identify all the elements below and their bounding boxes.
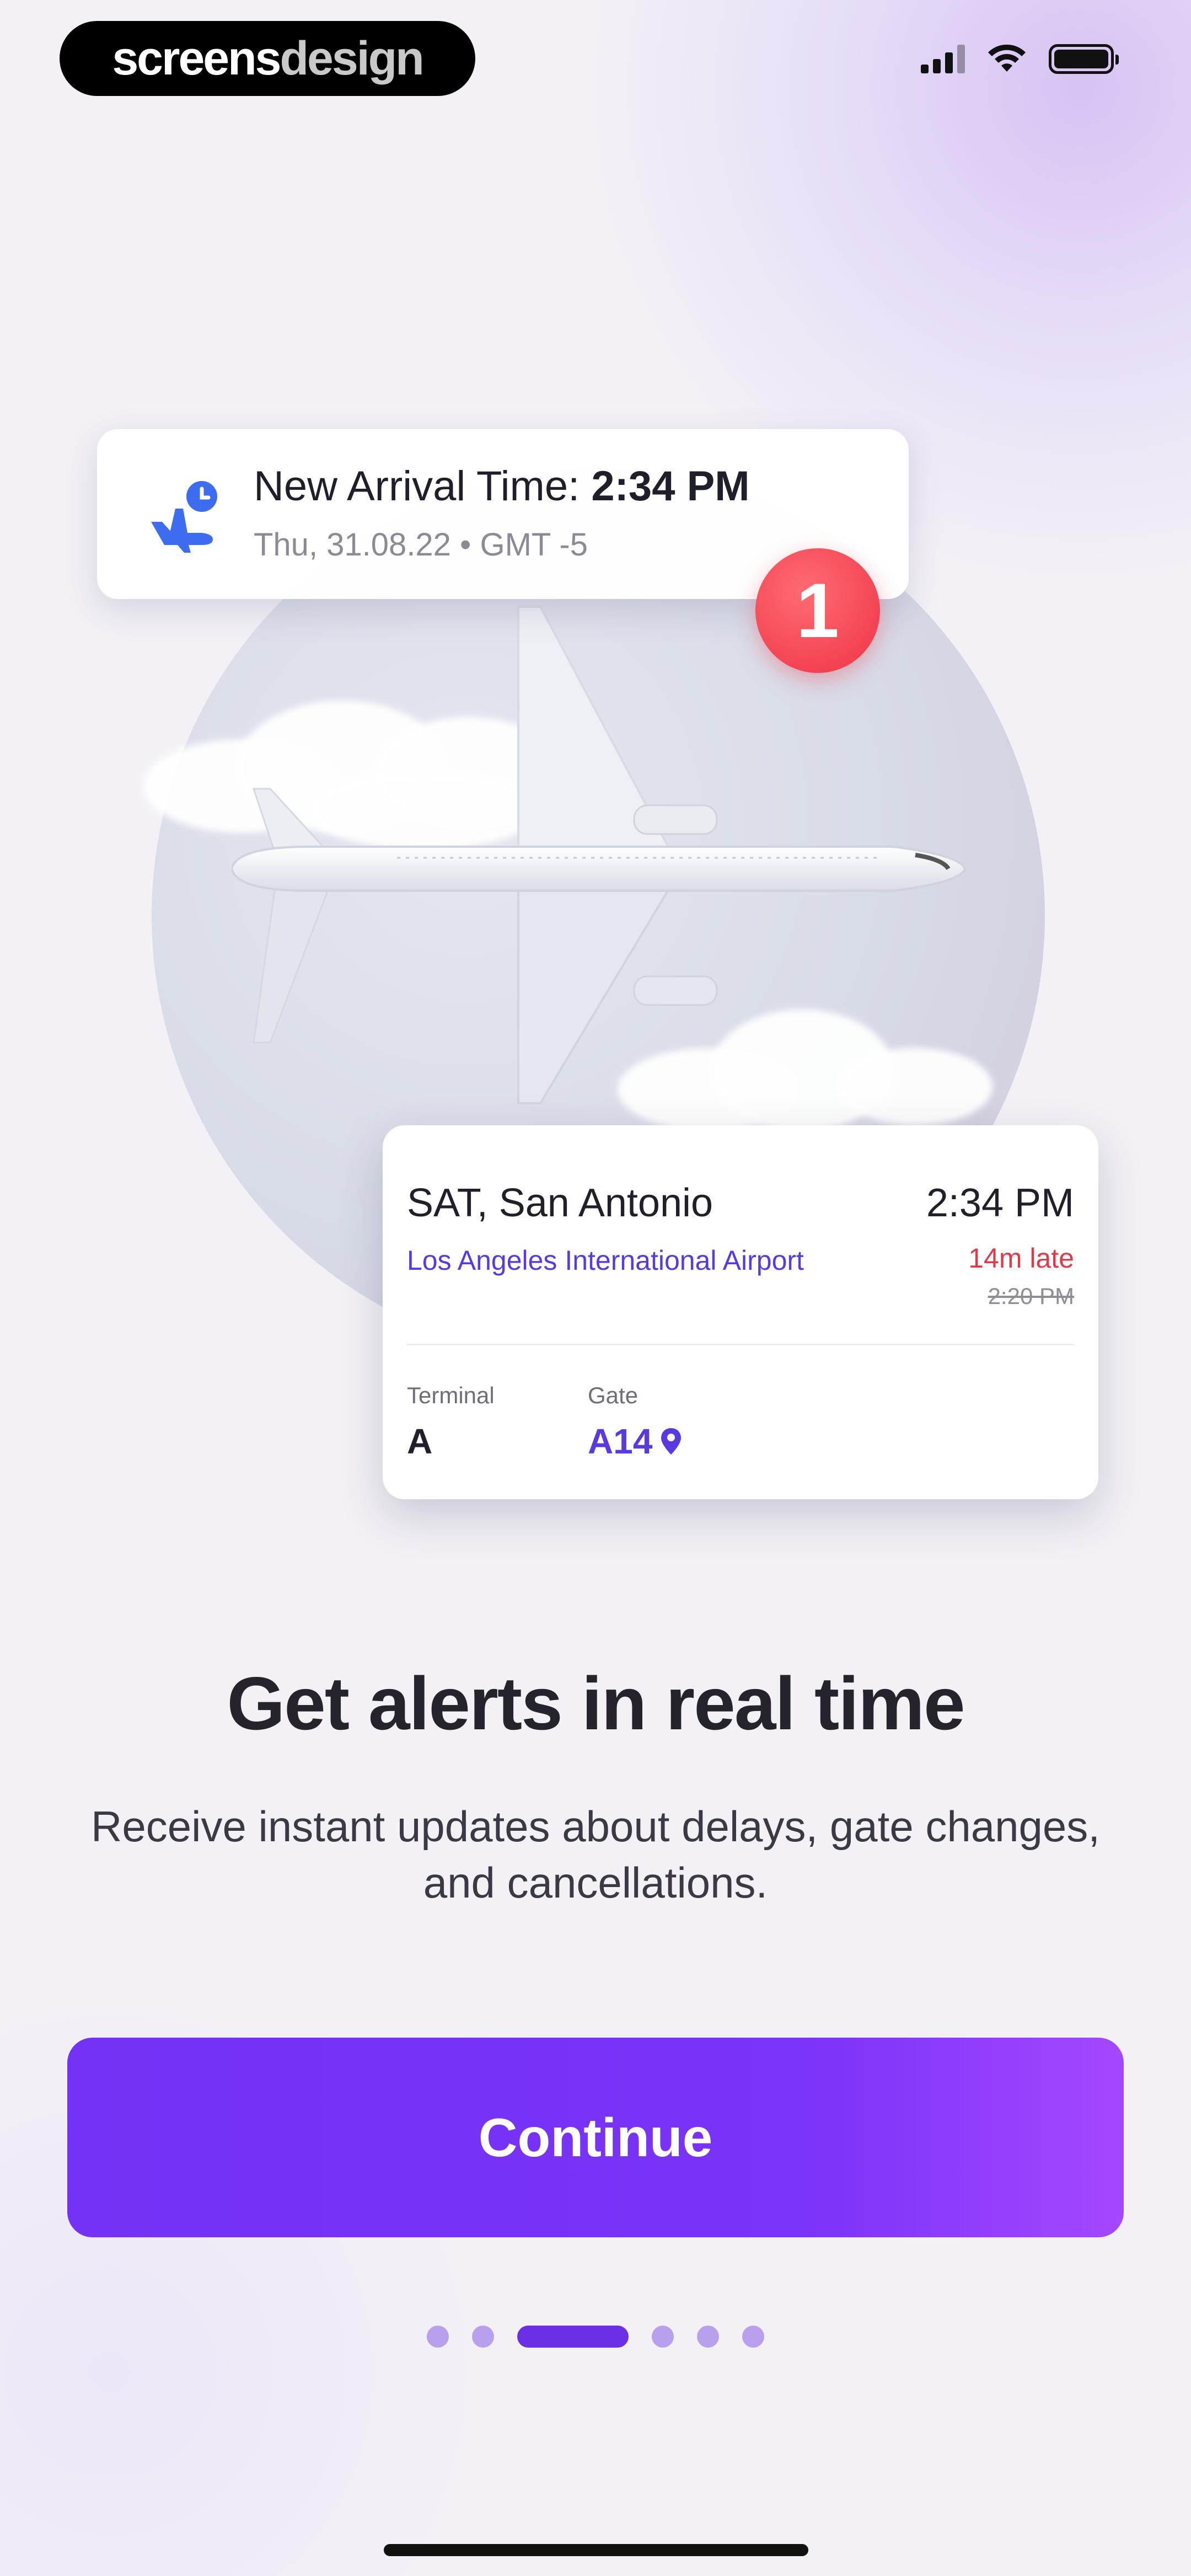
- continue-button[interactable]: Continue: [67, 2038, 1124, 2237]
- notification-subtitle: Thu, 31.08.22 • GMT -5: [254, 527, 588, 563]
- battery-icon: [1049, 44, 1119, 74]
- brand-part-1: screens: [112, 31, 281, 85]
- original-time: 2:20 PM: [988, 1283, 1074, 1309]
- gate-value: A14: [588, 1421, 653, 1461]
- notification-badge: 1: [755, 548, 880, 673]
- wifi-icon: [988, 44, 1026, 72]
- notification-title: New Arrival Time: 2:34 PM: [254, 462, 750, 510]
- notification-title-time: 2:34 PM: [591, 463, 750, 510]
- destination-city: SAT, San Antonio: [407, 1181, 713, 1225]
- flight-status-card[interactable]: SAT, San Antonio Los Angeles Internation…: [383, 1125, 1098, 1499]
- home-indicator[interactable]: [384, 2544, 808, 2556]
- brand-logo: screens design: [60, 21, 475, 96]
- page-description: Receive instant updates about delays, ga…: [91, 1802, 1100, 1907]
- terminal-label: Terminal: [407, 1382, 495, 1408]
- delay-label: 14m late: [968, 1243, 1074, 1274]
- page-dot-5[interactable]: [697, 2326, 719, 2348]
- gate-value-group[interactable]: A14: [588, 1421, 682, 1462]
- gate-label: Gate: [588, 1382, 639, 1408]
- arrival-time: 2:34 PM: [926, 1181, 1074, 1225]
- airplane-illustration: [232, 606, 967, 1104]
- page-dot-4[interactable]: [652, 2326, 674, 2348]
- page-dot-3-active[interactable]: [517, 2326, 629, 2348]
- page-dot-1[interactable]: [427, 2326, 449, 2348]
- cellular-signal-icon: [921, 45, 965, 73]
- airport-name[interactable]: Los Angeles International Airport: [407, 1244, 804, 1276]
- terminal-value: A: [407, 1421, 433, 1461]
- plane-clock-icon: [151, 481, 217, 553]
- brand-part-2: design: [280, 31, 425, 85]
- page-title: Get alerts in real time: [227, 1661, 965, 1745]
- card-divider: [407, 1344, 1074, 1345]
- page-dot-6[interactable]: [742, 2326, 764, 2348]
- page-indicator: [0, 2326, 1191, 2348]
- page-dot-2[interactable]: [472, 2326, 494, 2348]
- notification-title-prefix: New Arrival Time:: [254, 463, 592, 510]
- map-pin-icon: [661, 1428, 682, 1455]
- status-bar: [921, 44, 1119, 74]
